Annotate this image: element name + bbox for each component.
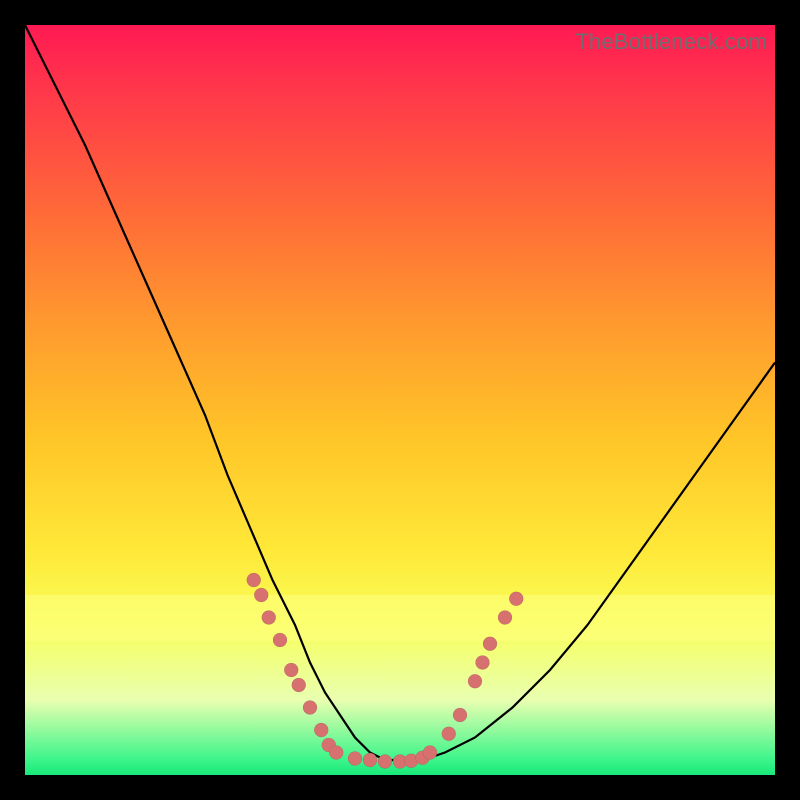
- data-dot: [314, 723, 328, 737]
- data-dot: [329, 746, 343, 760]
- data-dot: [476, 656, 490, 670]
- data-dot: [348, 752, 362, 766]
- data-dot: [509, 592, 523, 606]
- data-dot: [284, 663, 298, 677]
- chart-plot-area: TheBottleneck.com: [25, 25, 775, 775]
- bottleneck-curve-svg: [25, 25, 775, 775]
- data-dot: [273, 633, 287, 647]
- data-dot: [247, 573, 261, 587]
- bottleneck-curve: [25, 25, 775, 760]
- data-dot: [498, 611, 512, 625]
- data-dot: [363, 753, 377, 767]
- data-dot: [423, 746, 437, 760]
- data-dot: [468, 674, 482, 688]
- data-dot: [453, 708, 467, 722]
- data-dot: [378, 755, 392, 769]
- chart-frame: TheBottleneck.com: [0, 0, 800, 800]
- data-dot: [303, 701, 317, 715]
- data-dot: [292, 678, 306, 692]
- dot-cluster-floor: [348, 746, 437, 769]
- data-dot: [262, 611, 276, 625]
- dot-cluster-right: [442, 592, 524, 741]
- data-dot: [483, 637, 497, 651]
- data-dot: [254, 588, 268, 602]
- dot-cluster-left: [247, 573, 344, 760]
- data-dot: [442, 727, 456, 741]
